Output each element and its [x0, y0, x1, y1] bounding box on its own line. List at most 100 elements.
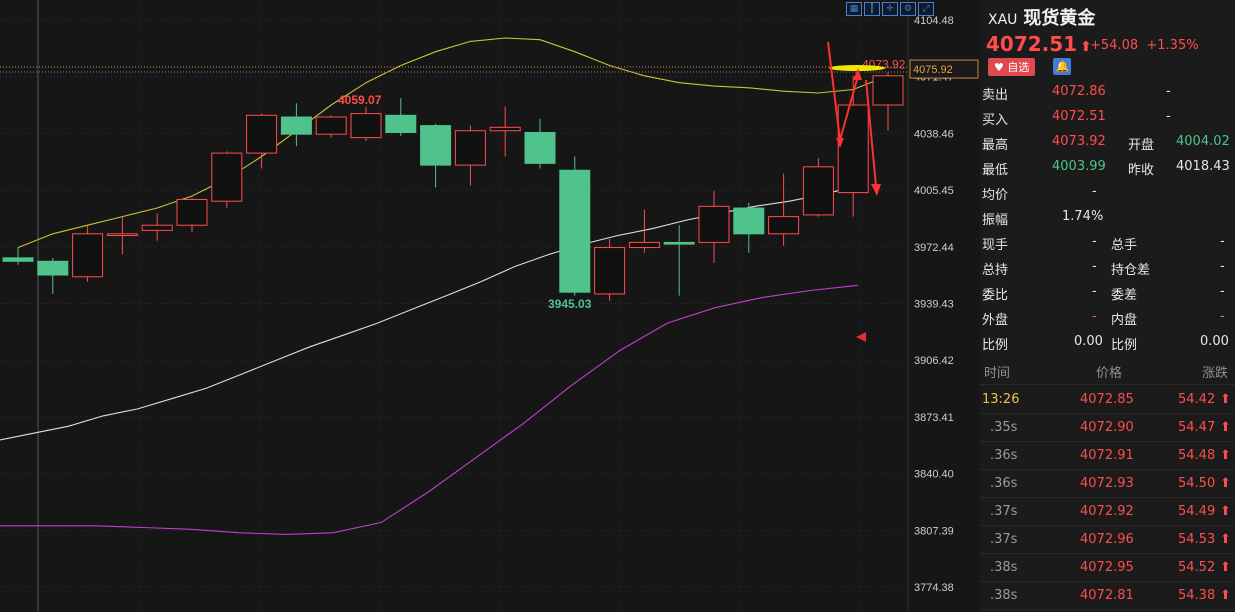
avg-row: 均价 -	[982, 184, 1097, 203]
open-interest-row: 总持 - 持仓差 -	[982, 259, 1225, 278]
candle-body	[733, 207, 765, 235]
tick-change: 54.48	[1178, 448, 1216, 463]
ma-magenta-line	[0, 284, 859, 535]
candle-body	[315, 116, 347, 135]
candle-body	[385, 114, 417, 133]
y-tick-label: 4005.45	[914, 185, 954, 197]
low-annotation: 3945.03	[548, 297, 592, 311]
tick-row: .37s 4072.96 54.53 ⬆	[980, 526, 1235, 553]
price-tag-label: 4075.92	[913, 64, 953, 76]
y-tick-label: 3873.41	[914, 412, 954, 424]
chart-toolbar: ▦ ┃ ✛ ⚙ ⤢	[846, 2, 934, 16]
tick-change: 54.53	[1178, 532, 1216, 547]
heart-icon: ♥	[994, 61, 1004, 74]
tick-row: .36s 4072.91 54.48 ⬆	[980, 442, 1235, 469]
up-arrow-icon: ⬆	[1220, 588, 1231, 603]
last-price: 4072.51 ⬆	[986, 32, 1092, 56]
ratio-row: 比例 0.00 比例 0.00	[982, 334, 1229, 353]
tick-row: .38s 4072.95 54.52 ⬆	[980, 554, 1235, 581]
candle-body	[37, 260, 69, 276]
instrument-code: XAU	[988, 12, 1018, 28]
y-tick-label: 3774.38	[914, 582, 954, 594]
settings-icon[interactable]: ⚙	[900, 2, 916, 16]
amplitude-row: 振幅 1.74%	[982, 209, 1104, 228]
tick-price: 4072.85	[1080, 392, 1134, 407]
up-arrow-icon: ⬆	[1220, 504, 1231, 519]
y-tick-label: 3840.40	[914, 469, 954, 481]
candle-body	[524, 131, 556, 164]
y-tick-label: 3906.42	[914, 355, 954, 367]
tick-time: .37s	[990, 532, 1018, 547]
outer-inner-row: 外盘 - 内盘 -	[982, 309, 1225, 328]
buy-row: 买入 4072.51 -	[982, 109, 1171, 128]
y-tick-label: 3807.39	[914, 525, 954, 537]
tick-row: .36s 4072.93 54.50 ⬆	[980, 470, 1235, 497]
tick-price: 4072.92	[1080, 504, 1134, 519]
ticks-divider	[980, 384, 1235, 385]
tick-price: 4072.96	[1080, 532, 1134, 547]
candle-body	[489, 126, 521, 132]
tick-row: .35s 4072.90 54.47 ⬆	[980, 414, 1235, 441]
tick-time: .38s	[990, 588, 1018, 603]
candle-body	[141, 224, 173, 231]
tick-time: .37s	[990, 504, 1018, 519]
fullscreen-icon[interactable]: ⤢	[918, 2, 934, 16]
tick-change: 54.49	[1178, 504, 1216, 519]
marker-triangle	[856, 332, 866, 342]
tick-price: 4072.93	[1080, 476, 1134, 491]
up-arrow-icon: ⬆	[1220, 560, 1231, 575]
y-tick-label: 4104.48	[914, 15, 954, 27]
instrument-name: 现货黄金	[1023, 8, 1096, 29]
candle-body	[663, 241, 695, 245]
high-annotation: 4059.07	[338, 93, 382, 107]
candle-body	[454, 130, 486, 166]
tick-time: 13:26	[982, 392, 1020, 407]
candle-body	[559, 169, 591, 293]
candle-body	[872, 75, 904, 106]
alert-bell-button[interactable]: 🔔	[1053, 58, 1072, 75]
tick-change: 54.50	[1178, 476, 1216, 491]
y-tick-label: 3972.44	[914, 242, 954, 254]
tick-price: 4072.95	[1080, 560, 1134, 575]
candle-body	[176, 198, 208, 226]
candlestick-chart[interactable]: 4104.484071.474038.464005.453972.443939.…	[0, 0, 980, 612]
candle-body	[246, 114, 278, 154]
tick-row: .37s 4072.92 54.49 ⬆	[980, 498, 1235, 525]
tick-change: 54.38	[1178, 588, 1216, 603]
candle-body	[837, 104, 869, 194]
up-arrow-icon: ⬆	[1220, 476, 1231, 491]
tick-change: 54.52	[1178, 560, 1216, 575]
add-favorite-button[interactable]: ♥ 自选	[988, 58, 1036, 76]
candle-body	[350, 113, 382, 139]
tick-time: .38s	[990, 560, 1018, 575]
instrument-title: XAU 现货黄金	[988, 4, 1095, 30]
bell-icon: 🔔	[1055, 60, 1070, 73]
y-tick-label: 3939.43	[914, 299, 954, 311]
chart-canvas: 4104.484071.474038.464005.453972.443939.…	[0, 0, 979, 612]
tick-change: 54.47	[1178, 420, 1216, 435]
quote-panel: XAU 现货黄金 4072.51 ⬆ +54.08 +1.35% ♥ 自选 🔔 卖出…	[980, 0, 1235, 612]
tick-time: .36s	[990, 476, 1018, 491]
candle-body	[211, 152, 243, 202]
tick-divider	[980, 609, 1235, 610]
candle-body	[802, 166, 834, 216]
bid-ratio-row: 委比 - 委差 -	[982, 284, 1225, 303]
candle-icon[interactable]: ┃	[864, 2, 880, 16]
price-change: +54.08 +1.35%	[1090, 38, 1199, 53]
low-prev-row: 最低 4003.99 昨收 4018.43	[982, 159, 1230, 178]
candle-body	[628, 241, 660, 249]
tick-change: 54.42	[1178, 392, 1216, 407]
grid-icon[interactable]: ▦	[846, 2, 862, 16]
candle-body	[768, 216, 800, 235]
candle-body	[698, 205, 730, 243]
tick-price: 4072.81	[1080, 588, 1134, 603]
tick-row: .38s 4072.81 54.38 ⬆	[980, 582, 1235, 609]
candle-body	[106, 233, 138, 237]
candle-body	[2, 257, 34, 262]
high-open-row: 最高 4073.92 开盘 4004.02	[982, 134, 1230, 153]
up-arrow-icon: ⬆	[1220, 420, 1231, 435]
tick-price: 4072.91	[1080, 448, 1134, 463]
up-arrow-icon: ⬆	[1220, 532, 1231, 547]
crosshair-icon[interactable]: ✛	[882, 2, 898, 16]
ticks-header: 时间 价格 涨跌	[984, 366, 1229, 381]
